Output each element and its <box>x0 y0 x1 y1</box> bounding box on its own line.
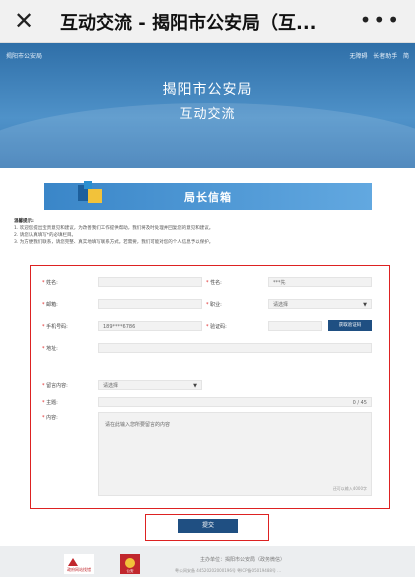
accessible-link[interactable]: 无障碍 <box>349 53 367 60</box>
site-name[interactable]: 揭阳市公安局 <box>6 51 42 60</box>
email-label: * 邮箱: <box>42 302 58 308</box>
subject-counter: 0 / 45 <box>352 400 367 406</box>
submit-button[interactable]: 提交 <box>178 519 238 533</box>
police-emblem-logo[interactable]: 公安 <box>120 554 140 574</box>
notice-line: 2. 请您认真填写*的必填栏目。 <box>14 233 76 238</box>
elder-link[interactable]: 长者助手 <box>373 53 397 60</box>
footer-sponsor: 主办单位：揭阳市公安局（政务微信） <box>200 557 286 563</box>
job-select-value: 请选择 <box>273 302 289 308</box>
svg-text:公安: 公安 <box>127 568 134 573</box>
chevron-down-icon: ▼ <box>193 383 197 389</box>
footer-record: 粤公网安备 44520202000196号 粤ICP备05019488号 ... <box>175 568 282 573</box>
address-label: * 地址: <box>42 346 58 352</box>
svg-text:政府网站找错: 政府网站找错 <box>67 566 91 572</box>
job-label: * 职业: <box>206 302 222 308</box>
notice-line: 3. 为方便我们联系，请您完整、真实地填写联系方式。若需要，我们可能对您的个人信… <box>14 240 214 245</box>
content-textarea[interactable]: 请在此输入您所要留言的内容 还可以输入4000字 <box>98 412 372 496</box>
mailbox-banner: 局长信箱 <box>44 181 372 210</box>
name-label: * 姓名: <box>42 280 58 286</box>
address-input[interactable] <box>98 343 372 353</box>
code-input[interactable] <box>268 321 322 331</box>
job-select[interactable]: 请选择 ▼ <box>268 299 372 309</box>
chevron-down-icon: ▼ <box>363 302 367 308</box>
notice-title: 温馨提示: <box>14 219 34 224</box>
more-icon[interactable]: ••• <box>360 8 401 32</box>
hero-subtitle: 互动交流 <box>179 107 236 122</box>
phone-input[interactable]: 189****6786 <box>98 321 202 331</box>
close-icon[interactable]: ✕ <box>14 6 34 36</box>
notice-block: 温馨提示: 1. 欢迎您提出宝贵意见和建议，为改善我们工作提供帮助，我们将及时处… <box>14 218 404 246</box>
gov-site-error-logo[interactable]: 政府网站找错 <box>64 554 94 574</box>
message-type-select[interactable]: 请选择 ▼ <box>98 380 202 390</box>
notice-line: 1. 欢迎您提出宝贵意见和建议，为改善我们工作提供帮助，我们将及时处理并回复您的… <box>14 226 214 231</box>
simplified-link[interactable]: 简 <box>403 53 409 60</box>
surname-input[interactable]: ***先 <box>268 277 372 287</box>
top-bar: ✕ 互动交流 - 揭阳市公安局（互... ••• <box>0 0 415 43</box>
hero-banner: 揭阳市公安局 无障碍 长者助手 简 揭阳市公安局 互动交流 <box>0 43 415 168</box>
get-code-button[interactable]: 获取验证码 <box>328 320 372 331</box>
subject-input[interactable]: 0 / 45 <box>98 397 372 407</box>
code-label: * 验证码: <box>206 324 227 330</box>
message-type-value: 请选择 <box>103 383 119 389</box>
phone-label: * 手机号码: <box>42 324 68 330</box>
surname-label: * 性名: <box>206 280 222 286</box>
mailbox-label: 局长信箱 <box>184 191 232 204</box>
content-placeholder: 请在此输入您所要留言的内容 <box>105 422 171 428</box>
header-links: 无障碍 长者助手 简 <box>349 51 409 60</box>
subject-label: * 主题: <box>42 400 58 406</box>
page-title: 互动交流 - 揭阳市公安局（互... <box>60 13 317 34</box>
message-type-label: * 留言内容: <box>42 383 68 389</box>
footer: 政府网站找错 公安 主办单位：揭阳市公安局（政务微信） 粤公网安备 445202… <box>0 546 415 577</box>
hero-title: 揭阳市公安局 <box>162 82 253 98</box>
content-label: * 内容: <box>42 415 58 421</box>
content-remaining-hint: 还可以输入4000字 <box>332 486 367 491</box>
name-input[interactable] <box>98 277 202 287</box>
email-input[interactable] <box>98 299 202 309</box>
